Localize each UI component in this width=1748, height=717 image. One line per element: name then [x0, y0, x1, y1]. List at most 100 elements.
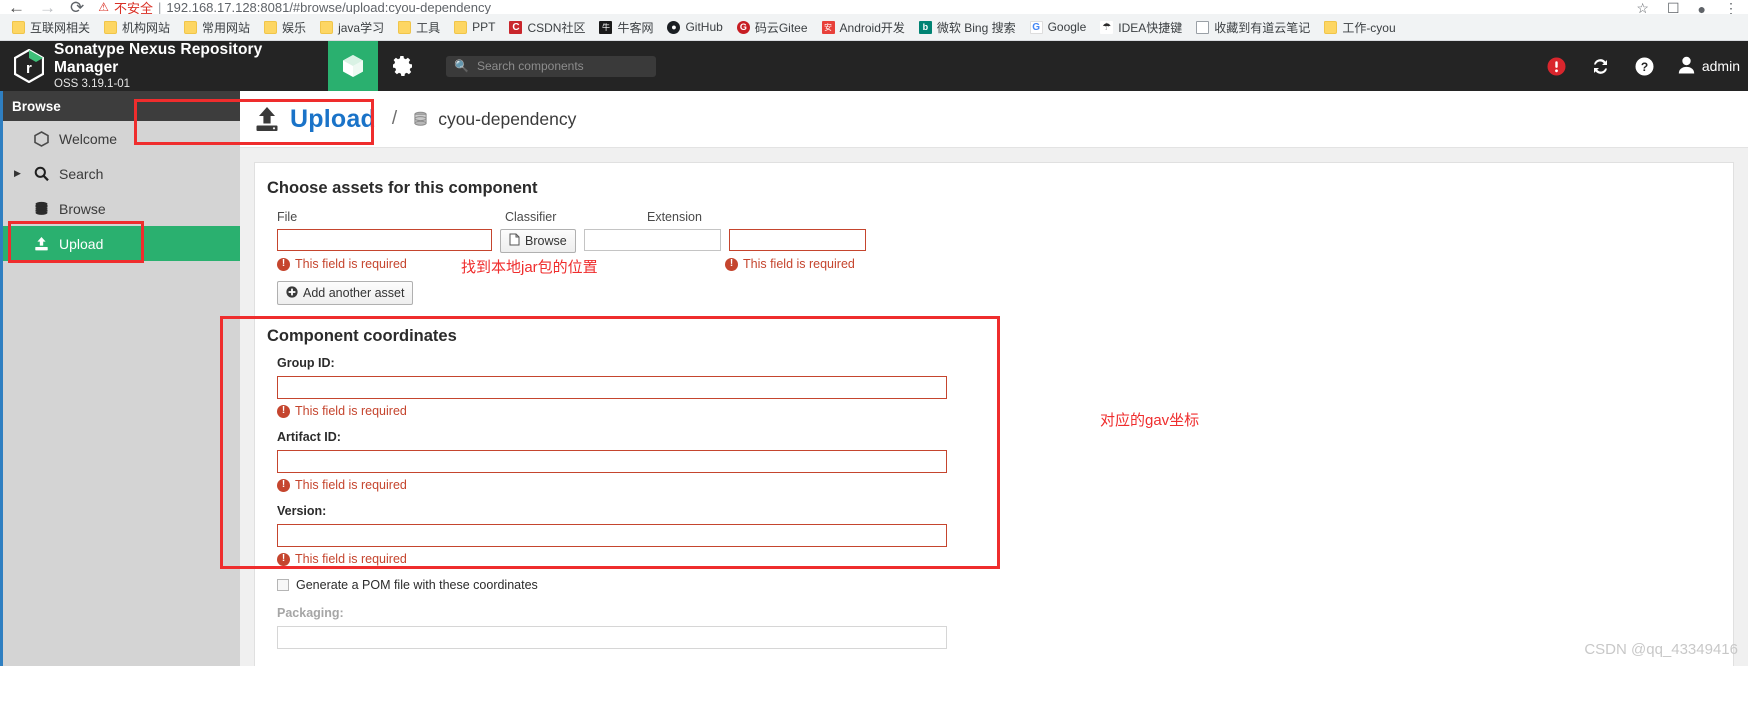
group-id-error-row: ! This field is required: [255, 404, 1733, 418]
gitee-icon: G: [736, 20, 750, 34]
generate-pom-checkbox[interactable]: [277, 579, 289, 591]
chrome-toolbar-right: ☆ ☐ ● ⋮: [1636, 0, 1738, 14]
file-input[interactable]: [277, 229, 492, 251]
packaging-field: Packaging:: [255, 606, 1733, 649]
omnibox-separator: |: [158, 0, 162, 14]
help-icon[interactable]: ?: [1635, 57, 1654, 76]
address-bar[interactable]: ← → ⟳ ⚠ 不安全 | 192.168.17.128:8081/#brows…: [0, 0, 1748, 14]
watermark: CSDN @qq_43349416: [1584, 641, 1738, 658]
breadcrumb-separator: /: [391, 108, 398, 129]
extension-input[interactable]: [728, 229, 866, 251]
error-text: This field is required: [295, 478, 407, 492]
version-error-row: ! This field is required: [255, 552, 1733, 566]
back-icon[interactable]: ←: [8, 0, 25, 14]
assets-section-title: Choose assets for this component: [267, 179, 538, 197]
reload-icon[interactable]: ⟳: [70, 0, 84, 14]
svg-text:r: r: [26, 60, 32, 77]
bookmark-item[interactable]: C CSDN社区: [503, 17, 591, 38]
url-text: 192.168.17.128:8081/#browse/upload:cyou-…: [166, 0, 491, 14]
browse-tab[interactable]: [328, 41, 378, 91]
upload-form-card: Choose assets for this component File Cl…: [254, 162, 1734, 666]
refresh-icon[interactable]: [1590, 57, 1611, 76]
packaging-input[interactable]: [277, 626, 947, 649]
forward-icon[interactable]: →: [39, 0, 56, 14]
error-text: This field is required: [295, 552, 407, 566]
bookmark-item[interactable]: PPT: [448, 18, 501, 36]
chevron-right-icon[interactable]: ▶: [14, 168, 24, 179]
nexus-app: r Sonatype Nexus Repository Manager OSS …: [0, 41, 1748, 666]
bookmark-item[interactable]: ☂ IDEA快捷键: [1094, 17, 1188, 38]
browse-button-label: Browse: [525, 234, 567, 248]
app-header: r Sonatype Nexus Repository Manager OSS …: [0, 41, 1748, 91]
bookmark-label: 码云Gitee: [754, 20, 808, 35]
upload-icon: [254, 105, 280, 133]
bookmark-item[interactable]: 收藏到有道云笔记: [1190, 17, 1316, 38]
upload-icon: [33, 236, 50, 252]
bookmark-item[interactable]: 机构网站: [98, 17, 176, 38]
search-input[interactable]: [474, 58, 648, 74]
user-menu[interactable]: admin: [1678, 56, 1740, 77]
bookmark-item[interactable]: java学习: [314, 17, 390, 38]
classifier-column-label: Classifier: [505, 210, 557, 224]
bookmark-label: Android开发: [839, 20, 905, 35]
generate-pom-row[interactable]: Generate a POM file with these coordinat…: [255, 578, 1733, 592]
bookmark-item[interactable]: 常用网站: [178, 17, 256, 38]
page-title: Upload: [290, 104, 376, 133]
folder-icon: [454, 20, 468, 34]
group-id-input[interactable]: [277, 376, 947, 399]
add-asset-label: Add another asset: [303, 286, 405, 300]
android-icon: 安: [821, 20, 835, 34]
repository-icon: [413, 111, 428, 127]
sidebar-item-search[interactable]: ▶ Search: [0, 156, 240, 191]
sidebar-item-label: Welcome: [59, 130, 118, 147]
bookmark-item[interactable]: ● GitHub: [661, 18, 728, 36]
bookmark-item[interactable]: 娱乐: [258, 17, 312, 38]
sidebar-item-label: Browse: [59, 200, 106, 217]
bookmark-item[interactable]: b 微软 Bing 搜索: [913, 17, 1022, 38]
bookmark-label: java学习: [338, 20, 385, 35]
nowcoder-icon: 牛: [599, 20, 613, 34]
extension-required-error: ! This field is required: [725, 257, 855, 271]
bookmark-item[interactable]: 工作-cyou: [1318, 17, 1401, 38]
bookmark-item[interactable]: 互联网相关: [6, 17, 96, 38]
settings-tab[interactable]: [378, 41, 428, 91]
search-box[interactable]: 🔍: [446, 55, 656, 77]
brand[interactable]: r Sonatype Nexus Repository Manager OSS …: [0, 41, 328, 91]
app-body: Browse Welcome ▶ Search Browse Upload Up…: [0, 91, 1748, 666]
bookmark-item[interactable]: 工具: [392, 17, 446, 38]
bookmark-item[interactable]: G Google: [1024, 18, 1093, 36]
bookmark-item[interactable]: 牛牛客网: [593, 17, 659, 38]
classifier-input[interactable]: [583, 229, 721, 251]
sidebar-item-welcome[interactable]: Welcome: [0, 121, 240, 156]
alert-icon[interactable]: [1547, 57, 1566, 76]
omnibox[interactable]: ⚠ 不安全 | 192.168.17.128:8081/#browse/uplo…: [98, 0, 491, 14]
artifact-id-input[interactable]: [277, 450, 947, 473]
sidebar-item-browse[interactable]: Browse: [0, 191, 240, 226]
bookmark-label: 互联网相关: [30, 20, 91, 35]
bookmark-label: IDEA快捷键: [1118, 20, 1183, 35]
version-input[interactable]: [277, 524, 947, 547]
bookmark-label: Google: [1047, 20, 1087, 34]
bookmark-label: 工作-cyou: [1342, 20, 1396, 35]
add-another-asset-button[interactable]: Add another asset: [277, 281, 414, 305]
extension-icon[interactable]: ☐: [1667, 0, 1680, 14]
sidebar-item-upload[interactable]: Upload: [0, 226, 240, 261]
brand-text: Sonatype Nexus Repository Manager OSS 3.…: [54, 41, 328, 92]
bookmark-item[interactable]: 安 Android开发: [816, 17, 911, 38]
bookmark-item[interactable]: G 码云Gitee: [731, 17, 814, 38]
warning-icon: ⚠: [98, 0, 110, 14]
star-icon[interactable]: ☆: [1636, 0, 1649, 14]
bookmarks-bar[interactable]: 互联网相关 机构网站 常用网站 娱乐 java学习 工具 PPT C CSDN社区牛牛客网 ● Gi…: [0, 14, 1748, 41]
asset-column-labels: File Classifier Extension: [277, 210, 1733, 224]
add-asset-wrap: Add another asset: [255, 281, 1733, 305]
profile-icon[interactable]: ●: [1698, 1, 1706, 15]
browse-button[interactable]: Browse: [500, 229, 576, 253]
menu-icon[interactable]: ⋮: [1724, 0, 1738, 14]
upload-header: Upload / cyou-dependency: [240, 91, 1748, 148]
nav-buttons: ← → ⟳: [8, 0, 84, 14]
breadcrumb-repository[interactable]: cyou-dependency: [438, 109, 576, 130]
folder-icon: [320, 20, 334, 34]
folder-icon: [12, 20, 25, 34]
version-label: Version:: [277, 504, 327, 518]
sidebar-item-label: Upload: [59, 235, 104, 252]
